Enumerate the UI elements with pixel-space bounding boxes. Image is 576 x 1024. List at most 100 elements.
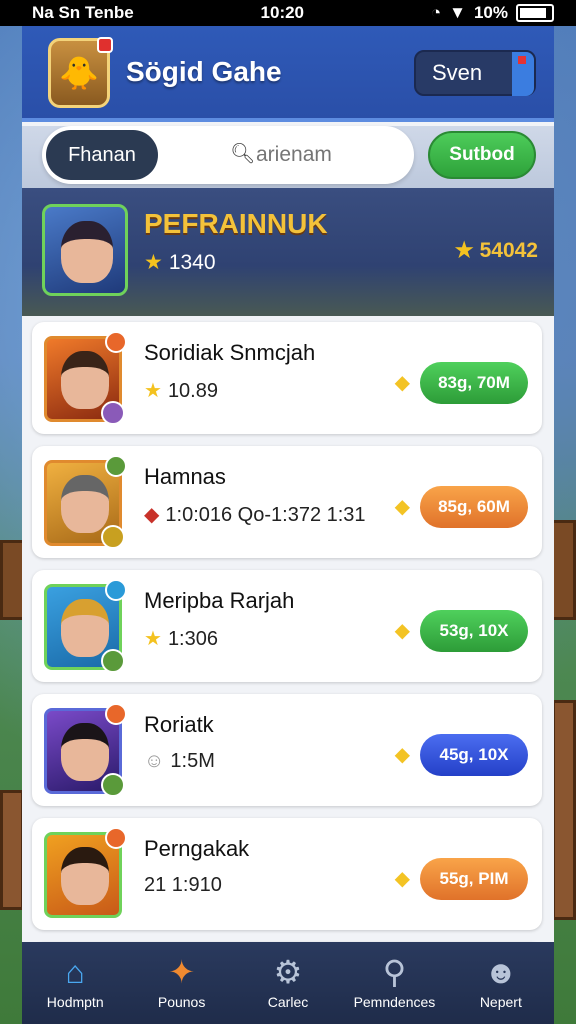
- reward-button[interactable]: 85g, 60M: [420, 486, 528, 528]
- avatar-portrait: [61, 475, 109, 533]
- list-item[interactable]: Perngakak 21 1:910 ◆ 55g, PIM: [32, 818, 542, 930]
- reward-button[interactable]: 83g, 70M: [420, 362, 528, 404]
- nav-pemndences[interactable]: ⚲ Pemndences: [341, 942, 447, 1024]
- nav-label: Pemndences: [353, 994, 436, 1010]
- bottom-nav: ⌂ Hodmptn ✦ Pounos ⚙ Carlec ⚲ Pemndences…: [22, 942, 554, 1024]
- player-meta-value: 1:5M: [170, 750, 215, 772]
- reward-button[interactable]: 55g, PIM: [420, 858, 528, 900]
- search-bar: Fhanan 🔍︎ Sutbod: [22, 126, 554, 190]
- nav-label: Hodmptn: [46, 994, 104, 1010]
- player-meta: ◆ 1:0:016 Qo-1:372 1:31: [144, 502, 366, 527]
- featured-name: PEFRAINNUK: [144, 208, 328, 239]
- featured-player[interactable]: PEFRAINNUK ★ 1340 ★ 54042: [22, 188, 554, 318]
- avatar-portrait: [61, 723, 109, 781]
- avatar: [44, 331, 127, 425]
- player-meta-value: 1:306: [167, 628, 218, 650]
- player-name: Soridiak Snmcjah: [144, 340, 316, 365]
- badge-icon: [105, 331, 127, 353]
- nav-nepert[interactable]: ☻ Nepert: [448, 942, 554, 1024]
- battery-icon: [515, 4, 554, 22]
- notification-dot: [97, 37, 113, 53]
- diamond-icon: ◆: [394, 372, 410, 394]
- submit-button[interactable]: Sutbod: [428, 131, 536, 179]
- badge-icon: [105, 827, 127, 849]
- featured-score-value: 1340: [168, 251, 216, 274]
- fence-post: [552, 700, 576, 920]
- clock: 10:20: [260, 3, 305, 22]
- diamond-icon: ◆: [394, 868, 410, 890]
- reward-button[interactable]: 45g, 10X: [420, 734, 528, 776]
- list-item[interactable]: Meripba Rarjah ★ 1:306 ◆ 53g, 10X: [32, 570, 542, 682]
- battery-percent: 10%: [473, 3, 508, 22]
- player-meta: ☺ 1:5M: [144, 750, 215, 773]
- player-meta-value: 10.89: [167, 380, 218, 402]
- alarm-icon: ◔: [430, 3, 442, 22]
- player-meta: 21 1:910: [144, 874, 222, 896]
- star-icon: ★: [144, 251, 163, 274]
- app-logo: 🐥: [48, 37, 113, 108]
- nav-label: Pounos: [157, 994, 206, 1010]
- player-name: Perngakak: [144, 836, 250, 861]
- star-icon: ★: [144, 628, 162, 650]
- nav-label: Nepert: [479, 994, 522, 1010]
- badge-icon: [105, 579, 127, 601]
- nav-carlec[interactable]: ⚙ Carlec: [235, 942, 341, 1024]
- badge-icon: [105, 703, 127, 725]
- profile-icon: ☻: [483, 954, 518, 990]
- nav-label: Carlec: [267, 994, 309, 1010]
- player-meta-value: 1:0:016 Qo-1:372 1:31: [165, 504, 366, 526]
- home-icon: ⌂: [65, 954, 85, 990]
- avatar-portrait: [61, 847, 109, 905]
- flag-icon: [512, 52, 534, 96]
- filter-button[interactable]: Fhanan: [46, 130, 158, 180]
- search-pill: Fhanan 🔍︎: [42, 126, 414, 184]
- player-name: Roriatk: [144, 712, 214, 737]
- badge-icon: [101, 525, 125, 549]
- status-bar: Na Sn Tenbe 10:20 ◔ ▼ 10%: [0, 0, 576, 26]
- fox-icon: ✦: [168, 954, 196, 990]
- nav-pounos[interactable]: ✦ Pounos: [128, 942, 234, 1024]
- smiley-icon: ☺: [144, 750, 165, 772]
- player-name: Meripba Rarjah: [144, 588, 295, 613]
- avatar: [44, 579, 127, 673]
- list-item[interactable]: Roriatk ☺ 1:5M ◆ 45g, 10X: [32, 694, 542, 806]
- list-item[interactable]: Soridiak Snmcjah ★ 10.89 ◆ 83g, 70M: [32, 322, 542, 434]
- header: 🐥 Sögid Gahe Sven: [22, 26, 554, 122]
- featured-points-value: 54042: [479, 239, 538, 262]
- badge-icon: [105, 455, 127, 477]
- fence-post: [0, 790, 24, 910]
- bird-icon: 🐥: [59, 55, 99, 91]
- featured-avatar: [42, 204, 128, 296]
- carrier-label: Na Sn Tenbe: [32, 3, 134, 22]
- player-list: Soridiak Snmcjah ★ 10.89 ◆ 83g, 70M Hamna…: [22, 316, 554, 982]
- player-meta: ★ 10.89: [144, 378, 218, 403]
- reward-button[interactable]: 53g, 10X: [420, 610, 528, 652]
- avatar: [44, 703, 127, 797]
- app-window: 🐥 Sögid Gahe Sven Fhanan 🔍︎ Sutbod PEFRA…: [22, 26, 554, 1024]
- featured-score: ★ 1340: [144, 250, 216, 275]
- avatar-portrait: [61, 351, 109, 409]
- avatar-portrait: [61, 599, 109, 657]
- badge-icon: [101, 401, 125, 425]
- player-meta: ★ 1:306: [144, 626, 218, 651]
- search-icon: ⚲: [382, 954, 407, 990]
- avatar-portrait: [61, 221, 113, 283]
- badge-icon: [101, 649, 125, 673]
- star-icon: ★: [144, 380, 162, 402]
- search-input[interactable]: [172, 136, 392, 174]
- gear-icon: ⚙: [273, 954, 303, 990]
- player-name: Hamnas: [144, 464, 226, 489]
- avatar: [44, 455, 127, 549]
- diamond-icon: ◆: [394, 620, 410, 642]
- sign-in-button[interactable]: Sven: [414, 50, 536, 96]
- wifi-icon: ▼: [449, 3, 466, 22]
- sign-in-label: Sven: [432, 60, 483, 85]
- nav-home[interactable]: ⌂ Hodmptn: [22, 942, 128, 1024]
- star-icon: ★: [454, 239, 474, 262]
- list-item[interactable]: Hamnas ◆ 1:0:016 Qo-1:372 1:31 ◆ 85g, 60M: [32, 446, 542, 558]
- diamond-icon: ◆: [394, 496, 410, 518]
- badge-icon: [101, 773, 125, 797]
- avatar: [44, 827, 127, 918]
- app-title: Sögid Gahe: [126, 56, 282, 87]
- featured-points: ★ 54042: [455, 238, 538, 263]
